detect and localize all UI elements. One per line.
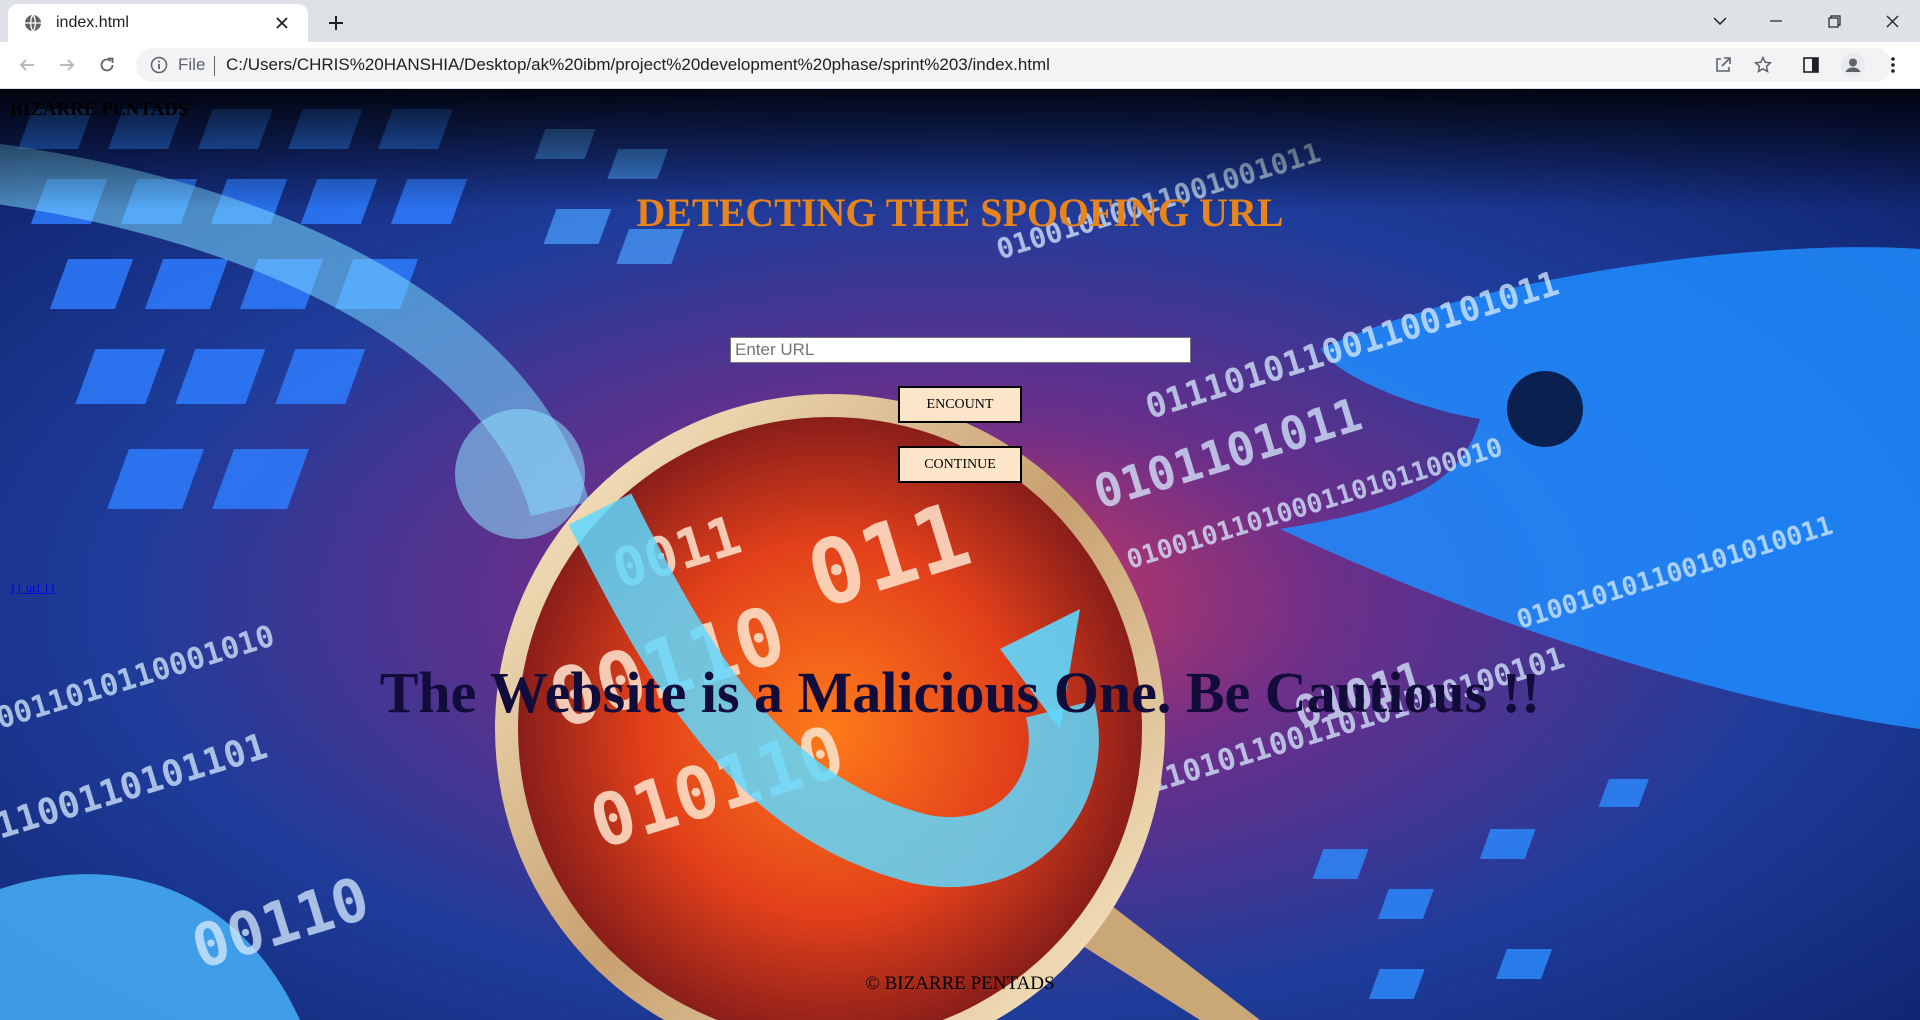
plus-icon[interactable] — [322, 9, 350, 37]
info-icon[interactable] — [150, 56, 168, 74]
share-icon[interactable] — [1708, 50, 1738, 80]
restore-icon[interactable] — [1808, 0, 1860, 42]
encount-button[interactable]: ENCOUNT — [898, 386, 1022, 423]
browser-toolbar: File C:/Users/CHRIS%20HANSHIA/Desktop/ak… — [0, 42, 1920, 89]
reload-icon[interactable] — [92, 50, 122, 80]
result-message: The Website is a Malicious One. Be Cauti… — [379, 660, 1541, 725]
profile-icon[interactable] — [1838, 50, 1868, 80]
tab-strip: index.html — [0, 0, 1920, 42]
back-arrow-icon[interactable] — [12, 50, 42, 80]
page-viewport: 011101011001100101011 0101101011 0100101… — [0, 89, 1920, 1020]
tab-title: index.html — [56, 14, 129, 31]
brand-title: BIZARRE PENTADS — [10, 99, 189, 120]
tab-search-chevron-icon[interactable] — [1694, 0, 1746, 42]
browser-tab[interactable]: index.html — [8, 4, 308, 42]
footer-copyright: © BIZARRE PENTADS — [865, 973, 1055, 994]
window-close-icon[interactable] — [1866, 0, 1918, 42]
side-panel-icon[interactable] — [1796, 50, 1826, 80]
address-bar[interactable]: File C:/Users/CHRIS%20HANSHIA/Desktop/ak… — [136, 48, 1892, 82]
star-icon[interactable] — [1748, 50, 1778, 80]
continue-button[interactable]: CONTINUE — [898, 446, 1022, 483]
scheme-label: File — [178, 55, 206, 74]
page-heading: DETECTING THE SPOOFING URL — [636, 190, 1284, 235]
url-input[interactable] — [730, 337, 1191, 363]
globe-icon — [25, 14, 41, 32]
forward-arrow-icon[interactable] — [52, 50, 82, 80]
close-icon[interactable] — [270, 11, 294, 35]
address-divider — [214, 56, 215, 76]
address-url[interactable]: C:/Users/CHRIS%20HANSHIA/Desktop/ak%20ib… — [226, 55, 1050, 75]
minimize-icon[interactable] — [1750, 0, 1802, 42]
kebab-menu-icon[interactable] — [1878, 50, 1908, 80]
result-url-link[interactable]: {{ url }} — [10, 580, 56, 596]
